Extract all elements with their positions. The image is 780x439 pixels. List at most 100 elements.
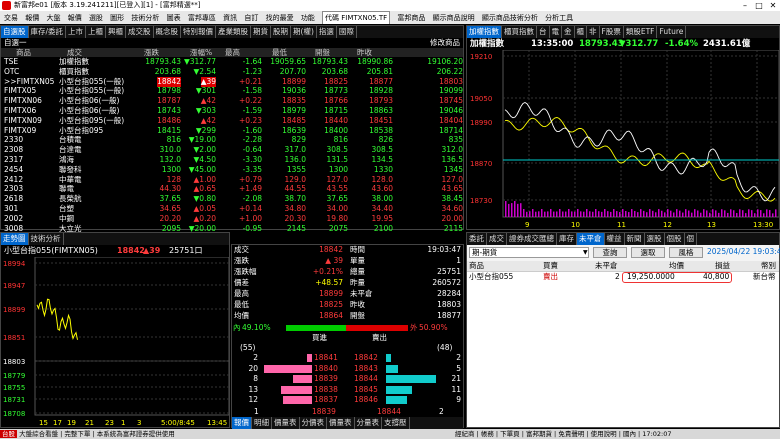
col-header[interactable]: 未平倉 [595, 261, 618, 271]
tab[interactable]: F股票 [600, 26, 624, 38]
tab-watchlist[interactable]: 自選股 [1, 26, 29, 38]
tab[interactable]: 非 [587, 26, 600, 38]
tab[interactable]: 成交股 [126, 26, 154, 38]
tab[interactable]: 類股ETF [624, 26, 658, 38]
tab[interactable]: 國際 [337, 26, 357, 38]
table-row[interactable]: OTC 櫃買指數 203.68 ▼2.54 -1.23 207.70 203.68 205.8… [1, 67, 463, 77]
table-row[interactable]: 2317 鴻海 132.0 ▼4.50 -3.30 136.0 131.5 134.5 136.… [1, 155, 463, 165]
symbol-search-input[interactable]: 代碼 FIMTXN05.TF [322, 11, 391, 24]
ask-price[interactable]: 18845 [354, 385, 378, 395]
tab[interactable]: 特別報價 [181, 26, 217, 38]
table-row[interactable]: FIMTX09 小型台指095 18415 ▼299 -1.60 18639 18400 18… [1, 126, 463, 136]
bid-price[interactable]: 18839 [314, 374, 338, 384]
tab[interactable]: 明細 [252, 417, 272, 429]
table-row[interactable]: FIMTX06 小型台指06(一般) 18743 ▼303 -1.59 18979 1871… [1, 106, 463, 116]
status-item[interactable]: 免責聲明 [558, 430, 584, 438]
table-row[interactable]: 2412 中華電 128 ▲1.00 +0.79 129.0 127.0 128.0 127.0 [1, 175, 463, 185]
tab[interactable]: 期貨 [251, 26, 272, 38]
tab[interactable]: 上櫃 [86, 26, 107, 38]
tab[interactable]: 報價 [232, 417, 252, 429]
group-name[interactable]: 自選一 [4, 38, 27, 48]
tab-trend[interactable]: 走勢圖 [1, 233, 29, 245]
menu-item[interactable]: 圖形 [110, 12, 124, 24]
tab-taiex[interactable]: 加權指數 [467, 26, 502, 38]
status-item[interactable]: 富邦期貨 [526, 430, 552, 438]
tab[interactable]: 成交 [487, 233, 507, 245]
tab[interactable]: 庫存 [557, 233, 577, 245]
tab[interactable]: 櫃買指數 [502, 26, 537, 38]
tab-technical[interactable]: 技術分析 [29, 233, 64, 245]
menu-item[interactable]: 圖表 [167, 12, 181, 24]
tab[interactable]: 分價表 [300, 417, 327, 429]
status-item[interactable]: 大盤綜合看盤 [19, 430, 58, 438]
table-row[interactable]: FIMTXN09 小型台指095(一般) 18486 ▲42 +0.23 18485 184… [1, 116, 463, 126]
modify-products-link[interactable]: 修改商品 [430, 38, 460, 48]
tab[interactable]: 支撐壓 [382, 417, 410, 429]
tab[interactable]: 權益 [605, 233, 625, 245]
menu-item[interactable]: 自訂 [244, 12, 258, 24]
table-row[interactable]: 2308 台達電 310.0 ▼2.00 -0.64 317.0 308.5 308.5 312… [1, 145, 463, 155]
tab[interactable]: 分量表 [355, 417, 382, 429]
query-button[interactable]: 查詢 [593, 247, 627, 258]
status-item[interactable]: 完整下單 [64, 430, 90, 438]
tab[interactable]: 價量表 [272, 417, 300, 429]
bid-price[interactable]: 18838 [314, 385, 338, 395]
menu-item[interactable]: 找的最愛 [266, 12, 294, 24]
index-chart[interactable]: 19210 19050 18990 18870 18730 9 10 11 12 13 13:30 [467, 50, 779, 229]
menu-item[interactable]: 富邦專區 [188, 12, 216, 24]
menu-item[interactable]: 顯示商品技術分析 [482, 12, 538, 24]
tab[interactable]: Future [657, 26, 687, 38]
status-item[interactable]: 台股 [0, 430, 17, 438]
tab[interactable]: 興櫃 [106, 26, 127, 38]
status-item[interactable]: 下單頁 [500, 430, 520, 438]
menu-item[interactable]: 富邦商品 [397, 12, 425, 24]
ask-price[interactable]: 18842 [354, 353, 378, 363]
menu-item[interactable]: 分析工具 [545, 12, 573, 24]
tab[interactable]: 金 [562, 26, 575, 38]
select-button[interactable]: 選取 [631, 247, 665, 258]
table-row[interactable]: >>FIMTXN05 小型台指055(一般) 18842 ▲39 +0.21 18899 1… [1, 76, 463, 87]
menu-item[interactable]: 功能 [301, 12, 315, 24]
table-row[interactable]: 2330 台積電 816 ▼19.00 -2.28 829 816 826 835 [1, 135, 463, 145]
ask-price[interactable]: 18844 [354, 374, 378, 384]
col-header[interactable]: 幣別 [761, 261, 776, 271]
bid-price[interactable]: 18841 [314, 353, 338, 363]
ask-price[interactable]: 18843 [354, 364, 378, 374]
tab[interactable]: 櫃 [575, 26, 587, 38]
minimize-icon[interactable]: – [738, 0, 752, 11]
col-header[interactable]: 買賣 [543, 261, 558, 271]
tab[interactable]: 委託 [467, 233, 487, 245]
status-item[interactable]: 國內 [623, 430, 636, 438]
table-row[interactable]: 301 台塑 34.65 ▲0.05 +0.14 34.80 34.00 34.40 34.60 [1, 204, 463, 214]
tab[interactable]: 價量表 [327, 417, 355, 429]
trend-chart[interactable]: 18994 18947 18899 18851 18803 18779 18755 18731… [1, 257, 229, 427]
table-row[interactable]: 小型台指055 賣出 2 19,250.0000 40,800 新台幣 [467, 272, 779, 284]
account-select[interactable]: 期-期貨 [469, 247, 589, 258]
chevron-down-icon[interactable]: ▼ [583, 248, 588, 258]
ask-price[interactable]: 18846 [354, 395, 378, 405]
tab[interactable]: 指選 [317, 26, 337, 38]
menu-item[interactable]: 技術分析 [131, 12, 159, 24]
bid-price[interactable]: 18840 [314, 364, 338, 374]
tab[interactable]: 選股 [645, 233, 665, 245]
table-row[interactable]: 2002 中鋼 20.20 ▲0.20 +1.00 20.30 19.80 19.95 20.0… [1, 214, 463, 224]
menu-item[interactable]: 選股 [89, 12, 103, 24]
tab[interactable]: 上市 [66, 26, 87, 38]
tab[interactable]: 期(權) [291, 26, 317, 38]
menu-item[interactable]: 報價 [68, 12, 82, 24]
table-row[interactable]: FIMTX05 小型台指055(一般) 18798 ▼301 -1.58 19036 187… [1, 86, 463, 96]
tab[interactable]: 個股 [665, 233, 685, 245]
tab-open-interest[interactable]: 未平倉 [577, 233, 605, 245]
menu-item[interactable]: 大盤 [46, 12, 60, 24]
tab[interactable]: 新聞 [625, 233, 645, 245]
tab[interactable]: 概念股 [154, 26, 182, 38]
menu-item[interactable]: 交易 [4, 12, 18, 24]
table-row[interactable]: 2303 聯電 44.30 ▲0.65 +1.49 44.55 43.55 43.60 43.6… [1, 184, 463, 194]
status-item[interactable]: 經紀商 [455, 430, 475, 438]
maximize-icon[interactable]: □ [752, 0, 766, 11]
tab[interactable]: 證券成交匯總 [507, 233, 557, 245]
status-item[interactable]: 使用說明 [591, 430, 617, 438]
menu-item[interactable]: 顯示商品說明 [433, 12, 475, 24]
menu-item[interactable]: 報價 [25, 12, 39, 24]
table-row[interactable]: FIMTXN06 小型台指06(一般) 18787 ▲42 +0.22 18835 1876… [1, 96, 463, 106]
